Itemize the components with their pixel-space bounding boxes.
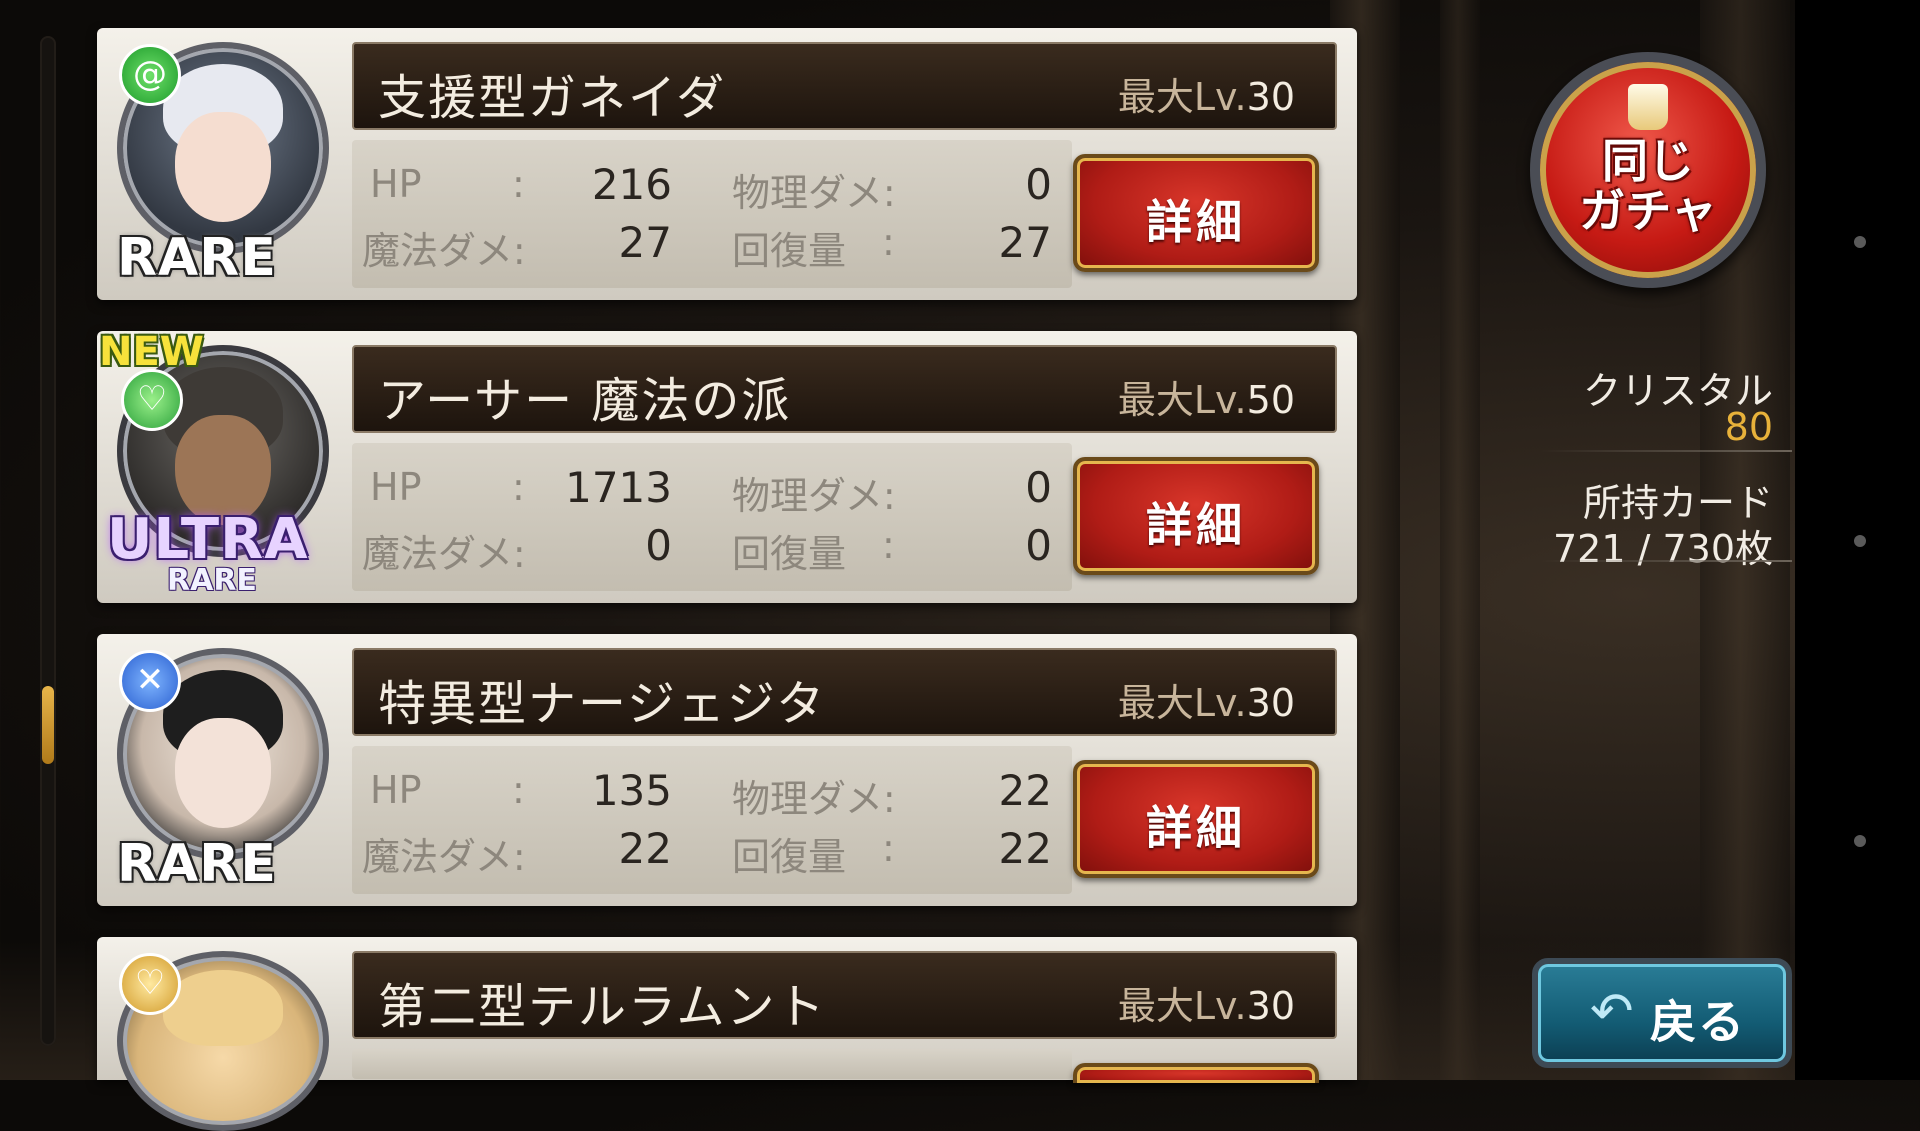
detail-button[interactable]: 詳細 <box>1073 154 1319 272</box>
hp-value: 216 <box>591 160 672 209</box>
hp-label: HP <box>370 162 422 206</box>
sword-element-icon: ✕ <box>119 650 181 712</box>
scrollbar-thumb[interactable] <box>42 686 54 764</box>
nav-dot <box>1854 835 1866 847</box>
heal-value: 27 <box>998 218 1052 267</box>
stats-panel <box>352 1049 1072 1079</box>
gacha-cup-icon <box>1628 84 1668 130</box>
card-name: 第二型テルラムント <box>378 979 827 1035</box>
heal-colon: : <box>882 523 895 567</box>
name-bar: 支援型ガネイダ 最大Lv.30 <box>352 42 1337 130</box>
magic-value: 22 <box>618 824 672 873</box>
detail-label: 詳細 <box>1146 801 1246 855</box>
hp-value: 135 <box>591 766 672 815</box>
max-level: 最大Lv.30 <box>1117 681 1295 725</box>
heal-colon: : <box>882 220 895 264</box>
rarity-sub-badge: RARE <box>167 563 257 598</box>
hp-colon: : <box>512 465 525 509</box>
phys-value: 0 <box>1025 160 1052 209</box>
max-level: 最大Lv.30 <box>1117 984 1295 1028</box>
card-item[interactable]: @ RARE 支援型ガネイダ 最大Lv.30 HP : 216 物理ダメ: 0 … <box>97 28 1357 300</box>
card-name: アーサー 魔法の派 <box>378 373 792 429</box>
heal-label: 回復量 <box>732 532 847 576</box>
name-bar: 第二型テルラムント 最大Lv.30 <box>352 951 1337 1039</box>
divider <box>1540 560 1792 562</box>
rarity-badge: RARE <box>117 228 277 288</box>
detail-label: 詳細 <box>1146 498 1246 552</box>
stats-panel: HP : 1713 物理ダメ: 0 魔法ダメ: 0 回復量 : 0 <box>352 443 1072 591</box>
hp-colon: : <box>512 162 525 206</box>
wind-element-icon: @ <box>119 44 181 106</box>
phys-value: 0 <box>1025 463 1052 512</box>
card-name: 支援型ガネイダ <box>378 70 727 126</box>
stats-panel: HP : 135 物理ダメ: 22 魔法ダメ: 22 回復量 : 22 <box>352 746 1072 894</box>
card-item[interactable]: ✕ RARE 特異型ナージェジタ 最大Lv.30 HP : 135 物理ダメ: … <box>97 634 1357 906</box>
owned-cards-value: 721 / 730枚 <box>1552 527 1773 571</box>
rarity-badge: RARE <box>117 834 277 894</box>
scrollbar-track[interactable] <box>40 36 56 1046</box>
hp-colon: : <box>512 768 525 812</box>
heal-value: 22 <box>998 824 1052 873</box>
phys-label: 物理ダメ: <box>732 474 896 518</box>
detail-button[interactable]: 詳細 <box>1073 760 1319 878</box>
card-name: 特異型ナージェジタ <box>378 676 827 732</box>
back-label: 戻る <box>1650 995 1746 1049</box>
gacha-label: 同じ ガチャ <box>1579 134 1717 238</box>
crystal-value: 80 <box>1724 405 1773 449</box>
magic-label: 魔法ダメ: <box>362 835 526 879</box>
back-arrow-icon: ↶ <box>1590 982 1634 1042</box>
card-item[interactable]: ♡ NEW ULTRA RARE アーサー 魔法の派 最大Lv.50 HP : … <box>97 329 1357 603</box>
hp-value: 1713 <box>565 463 672 512</box>
heal-label: 回復量 <box>732 835 847 879</box>
phys-value: 22 <box>998 766 1052 815</box>
phys-label: 物理ダメ: <box>732 777 896 821</box>
same-gacha-button[interactable]: 同じ ガチャ <box>1530 52 1766 288</box>
detail-button[interactable]: 詳細 <box>1073 457 1319 575</box>
name-bar: 特異型ナージェジタ 最大Lv.30 <box>352 648 1337 736</box>
heal-label: 回復量 <box>732 229 847 273</box>
nav-dot <box>1854 236 1866 248</box>
back-button[interactable]: ↶ 戻る <box>1532 958 1792 1068</box>
nav-dot <box>1854 535 1866 547</box>
detail-label: 詳細 <box>1146 195 1246 249</box>
divider <box>1540 450 1792 452</box>
detail-button[interactable] <box>1073 1063 1319 1083</box>
hp-label: HP <box>370 465 422 509</box>
heal-value: 0 <box>1025 521 1052 570</box>
magic-value: 0 <box>645 521 672 570</box>
magic-label: 魔法ダメ: <box>362 229 526 273</box>
max-level: 最大Lv.30 <box>1117 75 1295 119</box>
name-bar: アーサー 魔法の派 最大Lv.50 <box>352 345 1337 433</box>
magic-value: 27 <box>618 218 672 267</box>
hp-label: HP <box>370 768 422 812</box>
new-badge: NEW <box>99 329 204 375</box>
card-item[interactable]: ♡ 第二型テルラムント 最大Lv.30 <box>97 937 1357 1131</box>
magic-label: 魔法ダメ: <box>362 532 526 576</box>
max-level: 最大Lv.50 <box>1117 378 1295 422</box>
heal-colon: : <box>882 826 895 870</box>
heart-gold-element-icon: ♡ <box>119 953 181 1015</box>
stats-panel: HP : 216 物理ダメ: 0 魔法ダメ: 27 回復量 : 27 <box>352 140 1072 288</box>
phys-label: 物理ダメ: <box>732 171 896 215</box>
heart-element-icon: ♡ <box>121 369 183 431</box>
